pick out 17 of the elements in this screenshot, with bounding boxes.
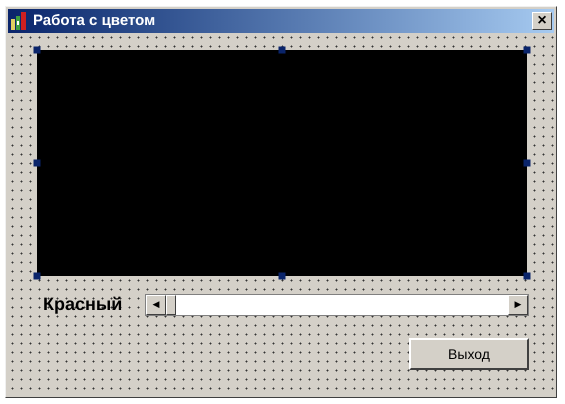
selection-handle[interactable] (34, 46, 40, 54)
selection-handle[interactable] (278, 46, 286, 54)
color-panel[interactable] (37, 50, 527, 276)
selection-handle[interactable] (34, 160, 40, 166)
exit-button[interactable]: Выход (409, 338, 529, 370)
close-button[interactable]: × (532, 12, 552, 30)
scrollbar[interactable]: ◀ ▶ (145, 294, 529, 316)
scroll-right-button[interactable]: ▶ (508, 294, 528, 314)
selection-handle[interactable] (524, 160, 530, 166)
selection-handle[interactable] (524, 46, 530, 54)
window-title: Работа с цветом (33, 10, 156, 31)
scroll-left-button[interactable]: ◀ (146, 294, 166, 314)
selection-handle[interactable] (34, 272, 40, 280)
scrollbar-label: Красный (43, 293, 124, 316)
selection-handle[interactable] (278, 272, 286, 280)
scroll-thumb[interactable] (166, 294, 176, 314)
selection-handle[interactable] (524, 272, 530, 280)
